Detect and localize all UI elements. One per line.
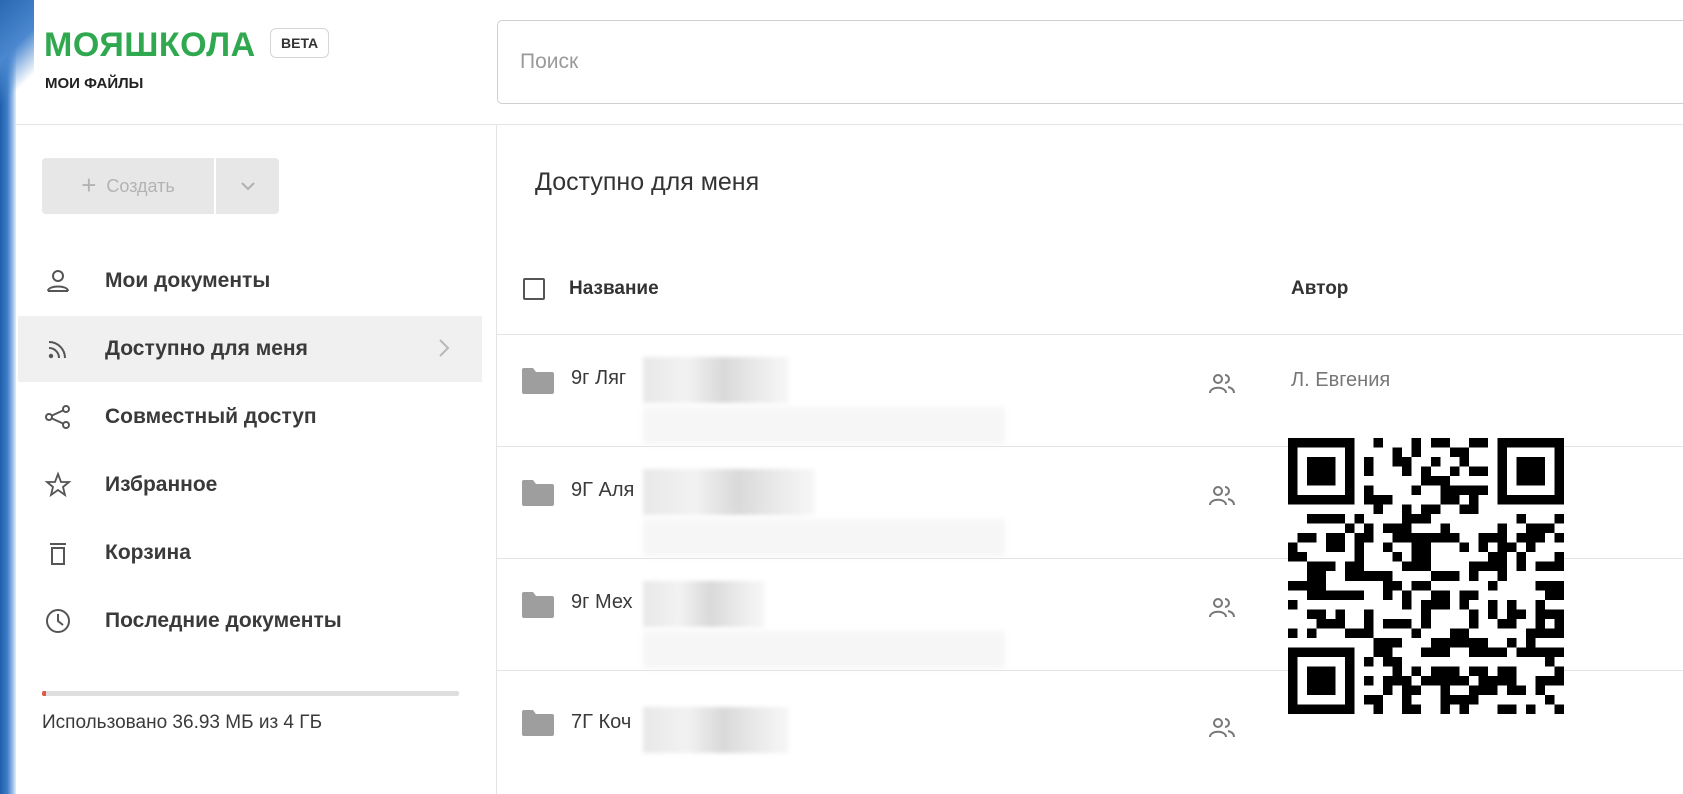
storage-usage-bar xyxy=(42,691,459,696)
create-dropdown-button[interactable] xyxy=(214,158,279,214)
folder-icon xyxy=(522,368,554,394)
create-button-group: + Создать xyxy=(42,158,279,214)
redacted-text xyxy=(643,519,1005,557)
shared-users-icon xyxy=(1209,486,1235,506)
shared-users-icon xyxy=(1209,598,1235,618)
create-button[interactable]: + Создать xyxy=(42,158,214,214)
sidebar-item-label: Совместный доступ xyxy=(105,405,317,428)
author-name: Л. Евгения xyxy=(1291,369,1391,391)
star-icon xyxy=(44,471,72,498)
redacted-text xyxy=(643,469,815,515)
trash-icon xyxy=(50,543,66,565)
folder-icon xyxy=(522,592,554,618)
sidebar-item-label: Мои документы xyxy=(105,269,271,292)
section-subtitle: МОИ ФАЙЛЫ xyxy=(45,75,144,92)
qr-code-image xyxy=(1288,437,1564,715)
rss-icon xyxy=(48,341,66,359)
page-title: Доступно для меня xyxy=(535,168,760,196)
shared-users-icon xyxy=(1209,374,1235,394)
beta-badge: BETA xyxy=(270,28,330,58)
sidebar-item-label: Избранное xyxy=(105,473,218,496)
redacted-text xyxy=(643,581,765,627)
column-header-name[interactable]: Название xyxy=(569,278,659,300)
sidebar-item-shared-with-me[interactable]: Доступно для меня xyxy=(18,316,482,382)
sidebar-item-favorites[interactable]: Избранное xyxy=(18,452,482,518)
chevron-right-icon xyxy=(439,339,450,357)
sidebar-item-label: Доступно для меня xyxy=(105,337,308,360)
select-all-checkbox[interactable] xyxy=(523,278,545,300)
storage-usage-fill xyxy=(42,691,47,696)
storage-usage-text: Использовано 36.93 МБ из 4 ГБ xyxy=(42,712,323,733)
folder-icon xyxy=(522,480,554,506)
file-name: 9г Ляг xyxy=(571,367,627,389)
shared-users-icon xyxy=(1209,718,1235,738)
window-edge-decoration xyxy=(0,0,34,794)
redacted-text xyxy=(643,707,789,753)
sidebar: + Создать Мои документы Доступно для мен… xyxy=(0,125,497,794)
sidebar-item-trash[interactable]: Корзина xyxy=(18,520,482,586)
file-name: 9г Мех xyxy=(571,591,633,613)
chevron-down-icon xyxy=(240,182,255,191)
clock-icon xyxy=(46,609,70,633)
share-icon xyxy=(45,405,70,429)
search-input[interactable] xyxy=(497,20,1683,104)
plus-icon: + xyxy=(81,169,97,200)
redacted-text xyxy=(643,407,1005,445)
sidebar-item-label: Последние документы xyxy=(105,609,342,632)
create-button-label: Создать xyxy=(106,175,175,196)
redacted-text xyxy=(643,357,789,403)
folder-icon xyxy=(522,710,554,736)
sidebar-item-my-documents[interactable]: Мои документы xyxy=(18,248,482,314)
file-name: 7Г Коч xyxy=(571,711,632,733)
sidebar-item-recent[interactable]: Последние документы xyxy=(18,588,482,654)
table-row[interactable]: 9г Ляг Л. Евгения xyxy=(497,335,1683,445)
column-header-author[interactable]: Автор xyxy=(1291,278,1348,300)
app-logo[interactable]: МОЯШКОЛА xyxy=(44,26,256,65)
redacted-text xyxy=(643,631,1005,669)
sidebar-item-shared-access[interactable]: Совместный доступ xyxy=(18,384,482,450)
file-name: 9Г Аля xyxy=(571,479,635,501)
person-icon xyxy=(47,270,69,292)
app-header: МОЯШКОЛА BETA МОИ ФАЙЛЫ xyxy=(0,0,1683,125)
sidebar-item-label: Корзина xyxy=(105,541,191,564)
